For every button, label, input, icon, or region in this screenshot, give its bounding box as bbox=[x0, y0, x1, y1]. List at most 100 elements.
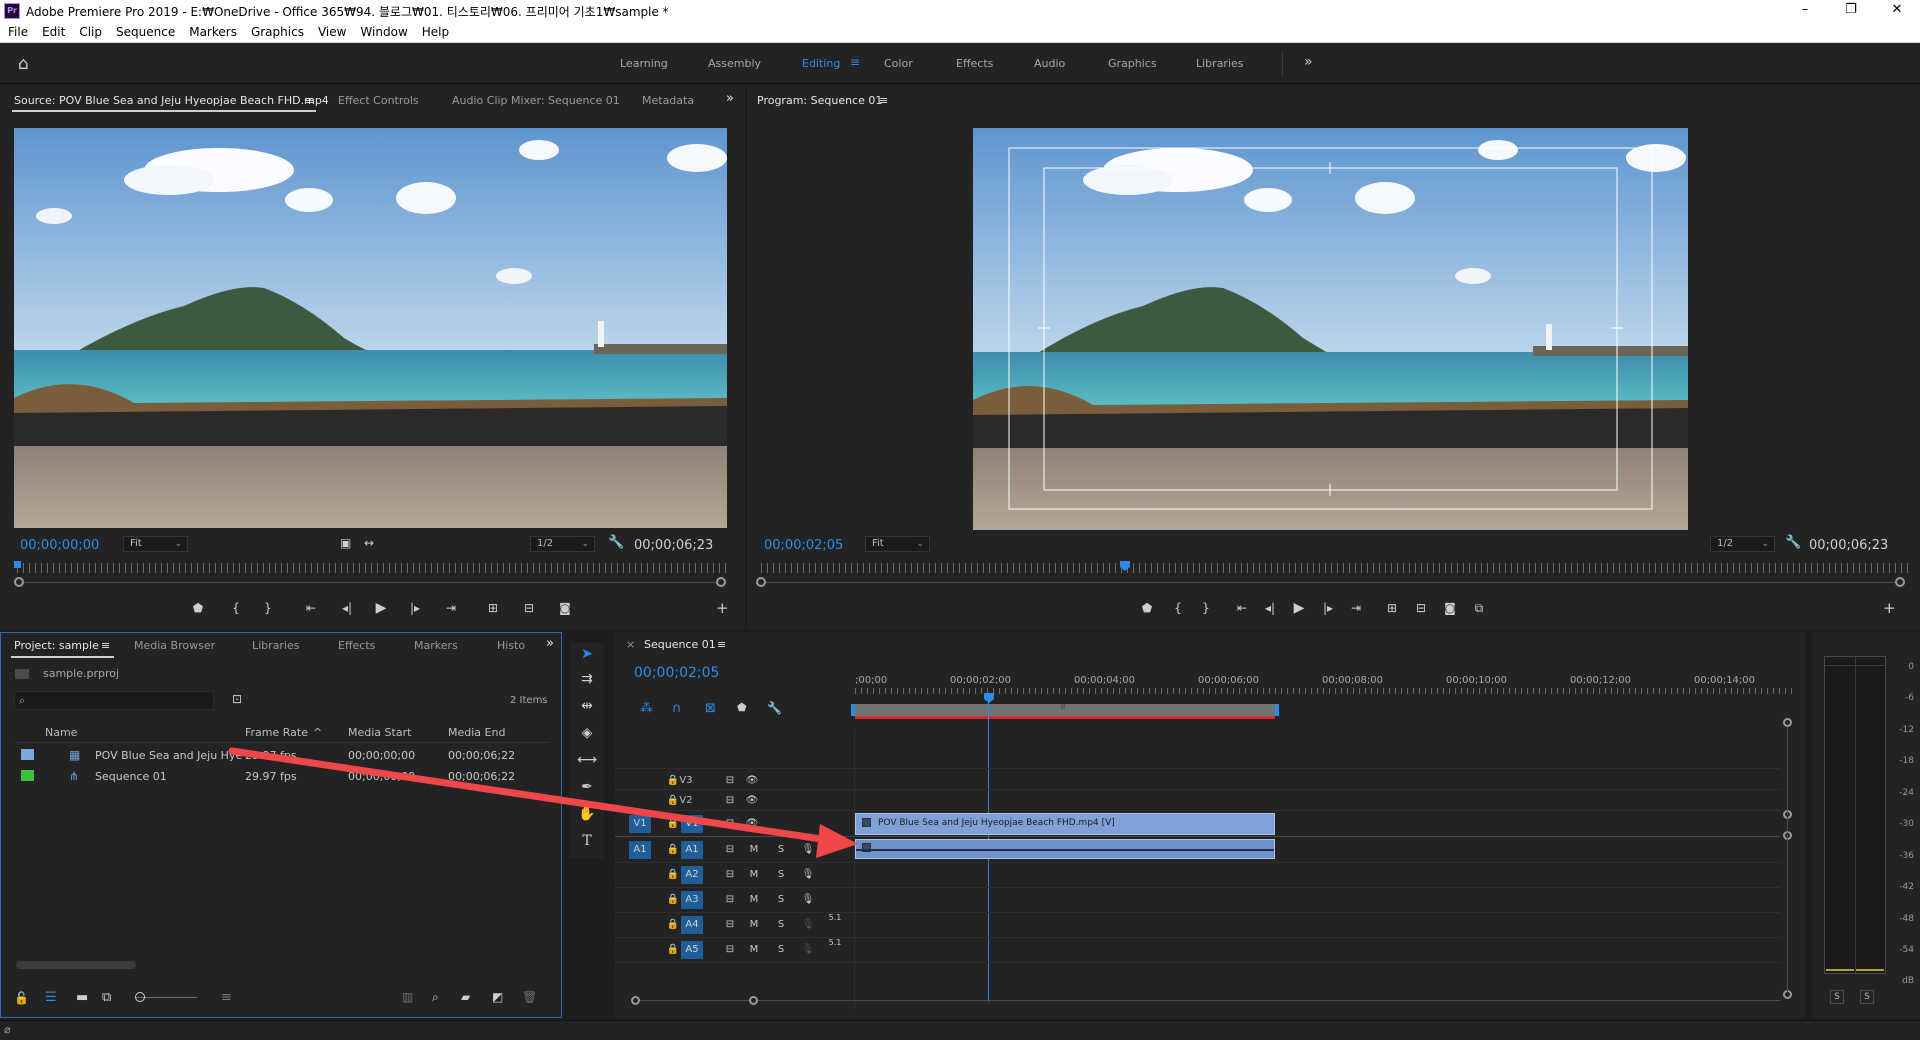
sync-lock-icon[interactable]: ⊟ bbox=[723, 919, 737, 930]
source-resolution-dropdown[interactable]: 1/2 ⌄ bbox=[530, 536, 595, 552]
tab-media-browser[interactable]: Media Browser bbox=[134, 639, 215, 652]
voiceover-mic-icon[interactable]: 🎙 bbox=[801, 894, 815, 905]
selection-tool-icon[interactable]: ➤ bbox=[575, 643, 599, 665]
audio-clip[interactable] bbox=[855, 839, 1275, 859]
work-area-bar[interactable]: II bbox=[855, 703, 1275, 716]
sort-icons-icon[interactable]: ≡ bbox=[221, 990, 232, 1005]
label-color-swatch[interactable] bbox=[21, 770, 34, 781]
tab-program[interactable]: Program: Sequence 01 bbox=[757, 94, 882, 107]
vertical-scroll-track[interactable] bbox=[1787, 727, 1788, 992]
source-timecode[interactable]: 00;00;00;00 bbox=[20, 538, 99, 553]
workspace-color[interactable]: Color bbox=[884, 57, 913, 70]
find-icon[interactable]: ⌕ bbox=[432, 990, 439, 1005]
track-eye-icon[interactable]: 👁 bbox=[745, 818, 759, 829]
export-frame-icon[interactable]: ◙ bbox=[554, 601, 576, 615]
solo-button[interactable]: S bbox=[774, 919, 788, 930]
automate-to-sequence-icon[interactable]: ▥ bbox=[402, 990, 413, 1004]
source-playhead[interactable] bbox=[14, 561, 21, 568]
track-lock-icon[interactable]: 🔒 bbox=[666, 944, 680, 955]
workspace-menu-icon[interactable]: ≡ bbox=[850, 55, 860, 69]
voiceover-mic-icon[interactable]: 🎙 bbox=[801, 944, 815, 955]
workspace-assembly[interactable]: Assembly bbox=[708, 57, 761, 70]
menu-help[interactable]: Help bbox=[414, 22, 455, 39]
export-frame-icon[interactable]: ◙ bbox=[1439, 601, 1461, 615]
sync-lock-icon[interactable]: ⊟ bbox=[723, 869, 737, 880]
timeline-panel-menu-icon[interactable]: ≡ bbox=[717, 638, 726, 651]
project-horizontal-scrollbar[interactable] bbox=[16, 961, 136, 969]
icon-view-icon[interactable]: ▬ bbox=[76, 990, 88, 1005]
play-icon[interactable]: ▶ bbox=[1288, 600, 1310, 616]
menu-file[interactable]: File bbox=[0, 22, 34, 39]
source-patch-a1[interactable]: A1 bbox=[629, 841, 651, 859]
mark-in-icon[interactable]: { bbox=[1167, 601, 1189, 615]
sync-lock-icon[interactable]: ⊟ bbox=[723, 844, 737, 855]
source-time-ruler[interactable] bbox=[17, 563, 727, 573]
menu-view[interactable]: View bbox=[310, 22, 352, 39]
program-time-ruler[interactable] bbox=[761, 563, 1911, 573]
project-panel-menu-icon[interactable]: ≡ bbox=[101, 639, 110, 652]
mute-button[interactable]: M bbox=[747, 919, 761, 930]
column-frame-rate[interactable]: Frame Rate bbox=[245, 726, 308, 739]
track-select-tool-icon[interactable]: ⇉ bbox=[575, 668, 599, 690]
track-target-a5[interactable]: A5 bbox=[681, 941, 703, 959]
ripple-edit-tool-icon[interactable]: ⇹ bbox=[575, 695, 599, 717]
insert-icon[interactable]: ⊞ bbox=[482, 601, 504, 615]
track-target-v3[interactable]: V3 bbox=[672, 772, 700, 790]
type-tool-icon[interactable]: T bbox=[575, 830, 599, 852]
program-panel-menu-icon[interactable]: ≡ bbox=[879, 94, 888, 107]
work-area-in-handle[interactable] bbox=[851, 704, 855, 716]
source-settings-wrench-icon[interactable]: 🔧 bbox=[608, 535, 624, 550]
solo-button[interactable]: S bbox=[774, 894, 788, 905]
list-view-icon[interactable]: ☰ bbox=[45, 990, 57, 1005]
workspace-learning[interactable]: Learning bbox=[620, 57, 668, 70]
linked-selection-icon[interactable]: ⊠ bbox=[705, 701, 716, 716]
extract-icon[interactable]: ⊟ bbox=[1410, 601, 1432, 615]
vertical-zoom-handle-top[interactable] bbox=[1783, 718, 1792, 727]
tab-sequence-01[interactable]: Sequence 01 bbox=[644, 638, 716, 651]
slip-tool-icon[interactable]: ⟷ bbox=[575, 749, 599, 771]
track-target-a3[interactable]: A3 bbox=[681, 891, 703, 909]
step-back-icon[interactable]: ◂| bbox=[336, 601, 358, 615]
workspace-audio[interactable]: Audio bbox=[1034, 57, 1065, 70]
sync-lock-icon[interactable]: ⊟ bbox=[723, 894, 737, 905]
source-zoom-bar[interactable] bbox=[24, 582, 722, 583]
new-item-icon[interactable]: ◩ bbox=[492, 990, 503, 1004]
step-forward-icon[interactable]: |▸ bbox=[1317, 601, 1339, 615]
source-overflow-icon[interactable]: » bbox=[726, 91, 734, 106]
project-overflow-icon[interactable]: » bbox=[546, 636, 554, 651]
track-target-v2[interactable]: V2 bbox=[672, 792, 700, 810]
program-zoom-handle-left[interactable] bbox=[756, 577, 766, 587]
horizontal-zoom-handle-right[interactable] bbox=[749, 996, 758, 1005]
tab-markers[interactable]: Markers bbox=[414, 639, 458, 652]
add-marker-icon[interactable]: ⬟ bbox=[1136, 601, 1158, 615]
tab-project[interactable]: Project: sample bbox=[14, 639, 99, 652]
clear-trash-icon[interactable]: 🗑 bbox=[522, 990, 537, 1004]
add-marker-icon[interactable]: ⬟ bbox=[737, 701, 747, 714]
menu-edit[interactable]: Edit bbox=[34, 22, 71, 39]
hand-tool-icon[interactable]: ✋ bbox=[575, 803, 599, 825]
go-to-in-icon[interactable]: ⇤ bbox=[300, 601, 322, 615]
go-to-out-icon[interactable]: ⇥ bbox=[1345, 601, 1367, 615]
lock-icon[interactable]: 🔓 bbox=[14, 991, 29, 1005]
new-bin-icon[interactable]: ▰ bbox=[461, 990, 470, 1004]
timeline-ruler[interactable] bbox=[855, 688, 1795, 694]
label-color-swatch[interactable] bbox=[21, 749, 34, 760]
project-row[interactable]: ▦ POV Blue Sea and Jeju Hye 29.97 fps 00… bbox=[15, 745, 550, 765]
source-panel-menu-icon[interactable]: ≡ bbox=[305, 94, 314, 107]
sync-lock-icon[interactable]: ⊟ bbox=[723, 818, 737, 829]
voiceover-mic-icon[interactable]: 🎙 bbox=[801, 844, 815, 855]
column-media-end[interactable]: Media End bbox=[448, 726, 505, 739]
track-target-a4[interactable]: A4 bbox=[681, 916, 703, 934]
track-eye-icon[interactable]: 👁 bbox=[745, 795, 759, 806]
go-to-in-icon[interactable]: ⇤ bbox=[1231, 601, 1253, 615]
track-lock-icon[interactable]: 🔒 bbox=[666, 869, 680, 880]
tab-audio-clip-mixer[interactable]: Audio Clip Mixer: Sequence 01 bbox=[452, 94, 620, 107]
voiceover-mic-icon[interactable]: 🎙 bbox=[801, 869, 815, 880]
minimize-button[interactable]: – bbox=[1782, 0, 1828, 22]
overwrite-icon[interactable]: ⊟ bbox=[518, 601, 540, 615]
timeline-playhead-head[interactable] bbox=[984, 693, 994, 703]
menu-clip[interactable]: Clip bbox=[71, 22, 108, 39]
tab-libraries[interactable]: Libraries bbox=[252, 639, 300, 652]
voiceover-mic-icon[interactable]: 🎙 bbox=[801, 919, 815, 930]
program-button-editor-plus[interactable]: + bbox=[1883, 599, 1896, 617]
